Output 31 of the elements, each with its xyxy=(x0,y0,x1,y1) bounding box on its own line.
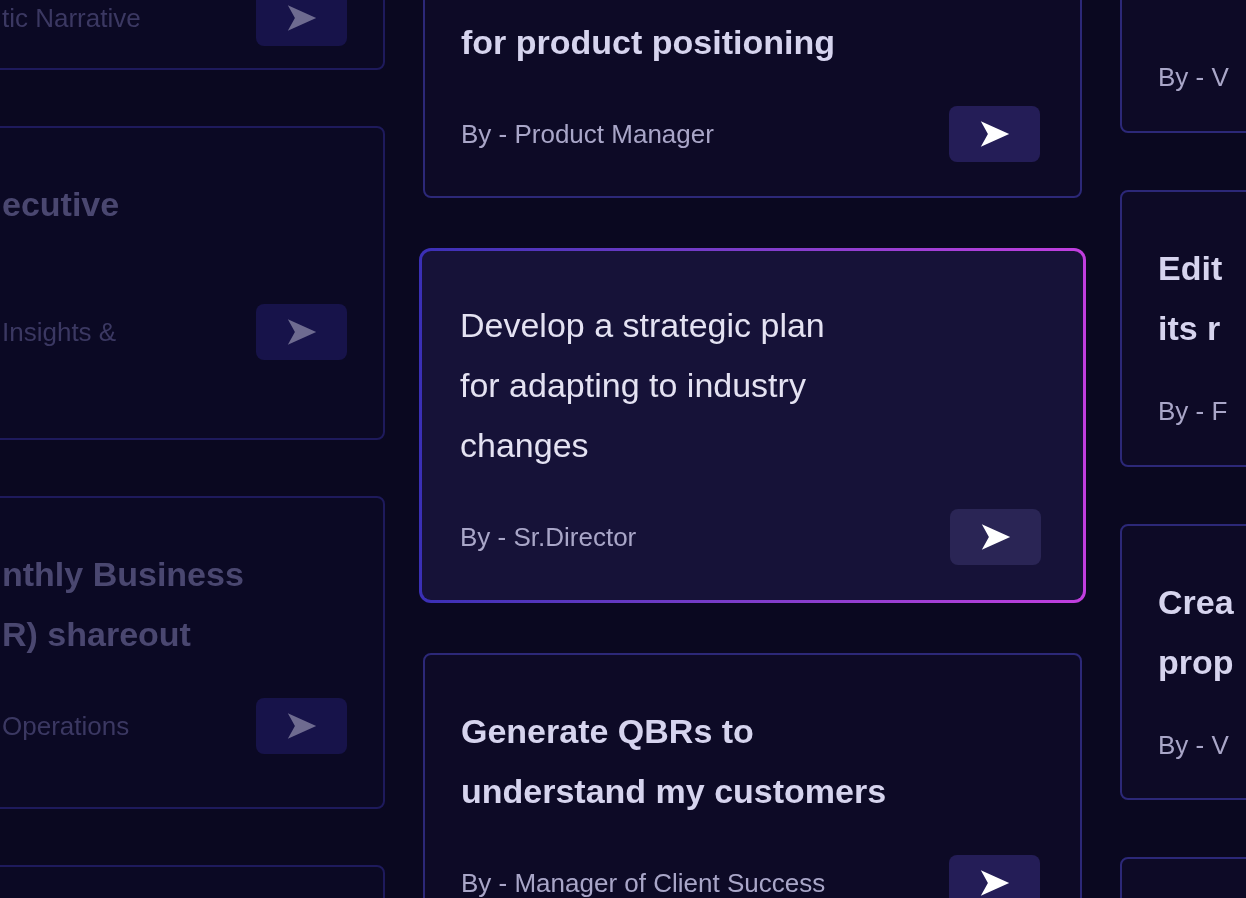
author-text: By - Manager of Client Success xyxy=(461,866,826,898)
prompt-card[interactable]: Edit its r By - F xyxy=(1120,190,1246,467)
send-button[interactable] xyxy=(949,855,1040,898)
send-button[interactable] xyxy=(950,509,1041,565)
author-text: By - V xyxy=(1158,61,1229,94)
card-title: Develop a strategic plan xyxy=(460,305,826,346)
card-title: understand my customers xyxy=(461,771,888,812)
author-text: By - F xyxy=(1158,395,1228,428)
author-text: By - Sr.Director xyxy=(460,520,637,554)
card-title: for product positioning xyxy=(461,22,836,63)
card-title: Crea xyxy=(1158,582,1235,623)
author-text: Operations xyxy=(2,709,130,743)
prompt-card[interactable]: Generate QBRs to understand my customers By - Manager of Client Success xyxy=(423,653,1082,898)
author-text: By - Product Manager xyxy=(461,117,714,151)
author-text: Insights & xyxy=(2,315,117,349)
card-title: ecutive xyxy=(2,184,121,225)
card-title: Generate QBRs to xyxy=(461,711,755,752)
card-title: R) shareout xyxy=(2,614,192,655)
card-title: nthly Business xyxy=(2,554,245,595)
card-title: prop xyxy=(1158,642,1235,683)
prompt-card[interactable]: for product positioning By - Product Manager xyxy=(423,0,1082,198)
card-title: Edit xyxy=(1158,248,1224,289)
prompt-card[interactable]: Develop a strategic plan for adapting to industry changes By - Sr.Director xyxy=(419,248,1086,603)
prompt-card[interactable]: Crea prop By - V xyxy=(1120,524,1246,800)
author-text: tic Narrative xyxy=(2,1,141,35)
card-title: changes xyxy=(460,425,590,466)
card-title: its r xyxy=(1158,308,1222,349)
card-title: for adapting to industry xyxy=(460,365,807,406)
prompt-card[interactable]: By - V xyxy=(1120,0,1246,133)
author-text: By - V xyxy=(1158,729,1229,762)
send-button[interactable] xyxy=(949,106,1040,162)
